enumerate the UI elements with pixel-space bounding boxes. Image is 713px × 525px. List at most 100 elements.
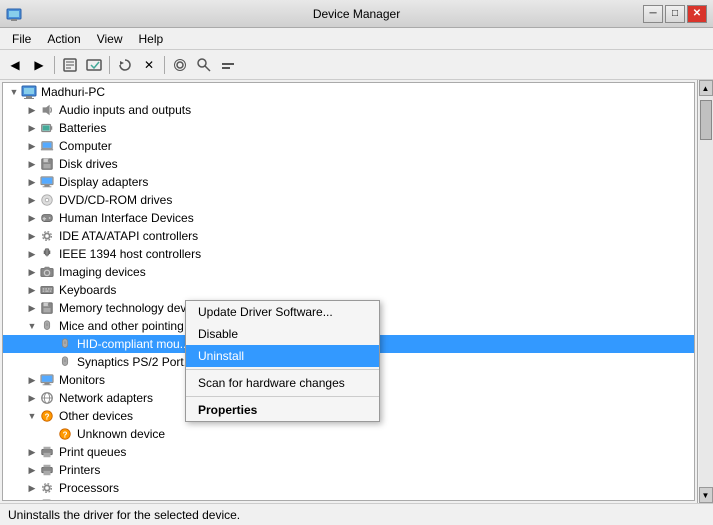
expand-icon-synaptics[interactable]	[43, 355, 57, 369]
item-label-network: Network adapters	[57, 391, 153, 405]
toolbar-cancel[interactable]: ✕	[138, 54, 160, 76]
expand-icon-ide[interactable]: ▶	[25, 229, 39, 243]
device-icon-keyboards	[39, 282, 55, 298]
item-label-ieee: IEEE 1394 host controllers	[57, 247, 201, 261]
expand-icon-memory[interactable]: ▶	[25, 301, 39, 315]
tree-item-computer[interactable]: ▶ Computer	[3, 137, 694, 155]
expand-icon-keyboards[interactable]: ▶	[25, 283, 39, 297]
tree-item-batteries[interactable]: ▶Batteries	[3, 119, 694, 137]
close-button[interactable]: ✕	[687, 5, 707, 23]
device-icon-diskdrives	[39, 156, 55, 172]
expand-icon-software[interactable]: ▶	[25, 499, 39, 501]
expand-icon-hid_mouse[interactable]	[43, 337, 57, 351]
tree-item-unknown[interactable]: ?Unknown device	[3, 425, 694, 443]
ctx-item-disable[interactable]: Disable	[186, 323, 379, 345]
scroll-thumb[interactable]	[700, 100, 712, 140]
item-label-other: Other devices	[57, 409, 133, 423]
device-icon-audio	[39, 102, 55, 118]
window-controls: ─ □ ✕	[643, 5, 707, 23]
tree-item-ieee[interactable]: ▶ IEEE 1394 host controllers	[3, 245, 694, 263]
toolbar-update[interactable]	[114, 54, 136, 76]
device-icon-network	[39, 390, 55, 406]
tree-item-displayadapters[interactable]: ▶ Display adapters	[3, 173, 694, 191]
item-label-computer: Computer	[57, 139, 112, 153]
menu-help[interactable]: Help	[131, 30, 172, 48]
device-icon-ieee	[39, 246, 55, 262]
tree-item-hid[interactable]: ▶Human Interface Devices	[3, 209, 694, 227]
context-menu: Update Driver Software...DisableUninstal…	[185, 300, 380, 422]
expand-icon-mice[interactable]: ▼	[25, 319, 39, 333]
menu-view[interactable]: View	[89, 30, 131, 48]
status-text: Uninstalls the driver for the selected d…	[8, 508, 240, 522]
device-icon-imaging	[39, 264, 55, 280]
ctx-item-update[interactable]: Update Driver Software...	[186, 301, 379, 323]
expand-icon-printq[interactable]: ▶	[25, 445, 39, 459]
expand-icon-unknown[interactable]	[43, 427, 57, 441]
toolbar-sep1	[54, 56, 55, 74]
menu-action[interactable]: Action	[39, 30, 88, 48]
item-label-synaptics: Synaptics PS/2 Port...	[75, 355, 194, 369]
tree-item-audio[interactable]: ▶Audio inputs and outputs	[3, 101, 694, 119]
expand-icon-batteries[interactable]: ▶	[25, 121, 39, 135]
toolbar-properties[interactable]	[59, 54, 81, 76]
ctx-separator-1	[186, 369, 379, 370]
scroll-down-button[interactable]: ▼	[699, 487, 713, 503]
device-icon-monitors	[39, 372, 55, 388]
scroll-up-button[interactable]: ▲	[699, 80, 713, 96]
item-label-hid_mouse: HID-compliant mou...	[75, 337, 190, 351]
tree-item-printq[interactable]: ▶ Print queues	[3, 443, 694, 461]
scroll-track	[699, 96, 713, 487]
toolbar-back[interactable]: ◀	[4, 54, 26, 76]
expand-icon-displayadapters[interactable]: ▶	[25, 175, 39, 189]
toolbar-scan[interactable]	[83, 54, 105, 76]
device-icon-mice	[39, 318, 55, 334]
toolbar-forward[interactable]: ▶	[28, 54, 50, 76]
root-label: Madhuri-PC	[39, 85, 105, 99]
menu-file[interactable]: File	[4, 30, 39, 48]
expand-icon-audio[interactable]: ▶	[25, 103, 39, 117]
tree-item-processors[interactable]: ▶Processors	[3, 479, 694, 497]
maximize-button[interactable]: □	[665, 5, 685, 23]
app-icon	[6, 6, 22, 22]
item-label-unknown: Unknown device	[75, 427, 165, 441]
tree-item-keyboards[interactable]: ▶ Keyboards	[3, 281, 694, 299]
ctx-item-properties[interactable]: Properties	[186, 399, 379, 421]
minimize-button[interactable]: ─	[643, 5, 663, 23]
expand-icon-hid[interactable]: ▶	[25, 211, 39, 225]
toolbar-extra[interactable]	[217, 54, 239, 76]
expand-icon-printers[interactable]: ▶	[25, 463, 39, 477]
toolbar-settings[interactable]	[169, 54, 191, 76]
item-label-dvd: DVD/CD-ROM drives	[57, 193, 172, 207]
expand-icon-dvd[interactable]: ▶	[25, 193, 39, 207]
main-area: ▼ Madhuri-PC ▶Audio inputs and outputs▶B…	[0, 80, 713, 503]
item-label-printq: Print queues	[57, 445, 126, 459]
tree-item-imaging[interactable]: ▶Imaging devices	[3, 263, 694, 281]
expand-icon-ieee[interactable]: ▶	[25, 247, 39, 261]
expand-icon-computer[interactable]: ▶	[25, 139, 39, 153]
tree-item-software[interactable]: ▶Software devices	[3, 497, 694, 501]
title-bar: Device Manager ─ □ ✕	[0, 0, 713, 28]
expand-icon-monitors[interactable]: ▶	[25, 373, 39, 387]
tree-item-diskdrives[interactable]: ▶Disk drives	[3, 155, 694, 173]
expand-icon-other[interactable]: ▼	[25, 409, 39, 423]
item-label-displayadapters: Display adapters	[57, 175, 148, 189]
item-label-keyboards: Keyboards	[57, 283, 116, 297]
expand-icon-processors[interactable]: ▶	[25, 481, 39, 495]
svg-text:?: ?	[45, 413, 50, 422]
scrollbar[interactable]: ▲ ▼	[697, 80, 713, 503]
toolbar-search[interactable]	[193, 54, 215, 76]
expand-icon-network[interactable]: ▶	[25, 391, 39, 405]
device-icon-computer	[39, 138, 55, 154]
tree-view[interactable]: ▼ Madhuri-PC ▶Audio inputs and outputs▶B…	[2, 82, 695, 501]
ctx-item-uninstall[interactable]: Uninstall	[186, 345, 379, 367]
ctx-item-scan[interactable]: Scan for hardware changes	[186, 372, 379, 394]
tree-item-printers[interactable]: ▶Printers	[3, 461, 694, 479]
device-icon-ide	[39, 228, 55, 244]
expand-icon-imaging[interactable]: ▶	[25, 265, 39, 279]
ctx-separator-2	[186, 396, 379, 397]
window-title: Device Manager	[313, 7, 400, 21]
tree-root[interactable]: ▼ Madhuri-PC	[3, 83, 694, 101]
tree-item-ide[interactable]: ▶IDE ATA/ATAPI controllers	[3, 227, 694, 245]
tree-item-dvd[interactable]: ▶ DVD/CD-ROM drives	[3, 191, 694, 209]
expand-icon-diskdrives[interactable]: ▶	[25, 157, 39, 171]
